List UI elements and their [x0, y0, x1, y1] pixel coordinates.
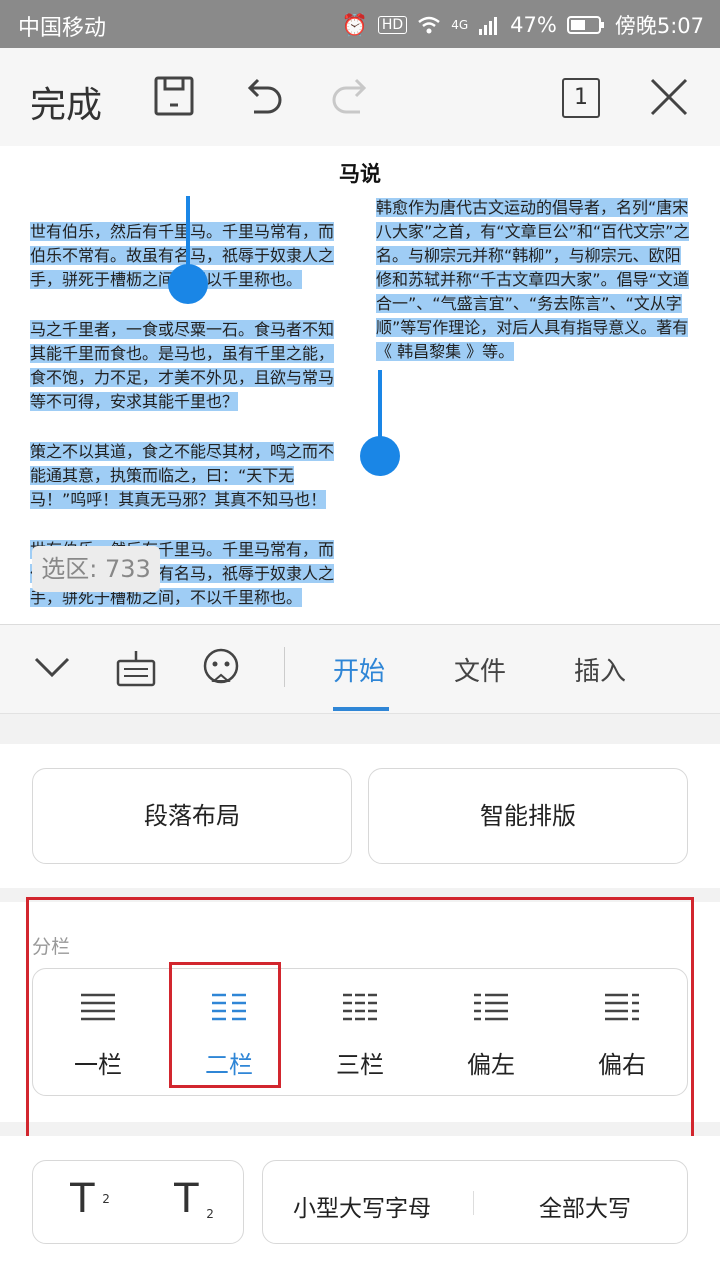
page-count-button[interactable]: 1 — [562, 78, 600, 118]
paragraph[interactable]: 策之不以其道，食之不能尽其材，鸣之而不能通其意，执策而临之，曰：“天下无马！”呜… — [30, 442, 335, 509]
active-tab-indicator — [333, 707, 389, 711]
small-caps-button[interactable]: 小型大写字母 — [293, 1189, 431, 1223]
highlight-box-columns-section — [26, 897, 694, 1141]
collapse-chevron-icon[interactable] — [32, 651, 72, 683]
keyboard-icon[interactable] — [116, 649, 156, 689]
all-caps-button[interactable]: 全部大写 — [539, 1189, 631, 1223]
subscript-mark: 2 — [206, 1206, 214, 1221]
selection-count-badge: 选区: 733 — [32, 546, 160, 592]
highlight-box-two-columns — [169, 962, 281, 1088]
right-column[interactable]: 韩愈作为唐代古文运动的倡导者，名列“唐宋八大家”之首，有“文章巨公”和“百代文宗… — [376, 196, 692, 364]
wifi-icon — [418, 16, 440, 34]
editor-toolbar: 完成 1 — [0, 48, 720, 147]
ribbon-tab-bar: 开始 文件 插入 — [0, 624, 720, 714]
subscript-button[interactable]: T 2 — [169, 1177, 219, 1227]
tab-start[interactable]: 开始 — [333, 651, 385, 688]
superscript-button[interactable]: T 2 — [65, 1177, 115, 1227]
battery-percent: 47% — [510, 13, 557, 37]
close-icon[interactable] — [646, 74, 692, 120]
document-title: 马说 — [339, 162, 381, 186]
status-bar: 中国移动 ⏰ HD 4G 47% 傍晚5:07 — [0, 0, 720, 48]
selection-start-handle[interactable] — [168, 264, 208, 304]
status-icons: ⏰ HD 4G 47% 傍晚5:07 — [342, 10, 704, 40]
caps-buttons-group: 小型大写字母 全部大写 — [262, 1160, 688, 1244]
smart-layout-button[interactable]: 智能排版 — [368, 768, 688, 864]
tab-insert[interactable]: 插入 — [574, 651, 626, 688]
selection-end-handle[interactable] — [360, 436, 400, 476]
paragraph[interactable]: 马之千里者，一食或尽粟一石。食马者不知其能千里而食也。是马也，虽有千里之能，食不… — [30, 320, 335, 411]
battery-icon — [566, 16, 604, 34]
superscript-icon: T — [70, 1176, 95, 1222]
redo-icon[interactable] — [328, 74, 374, 120]
network-label: 4G — [451, 18, 469, 32]
selection-end-handle-stem — [378, 370, 382, 440]
tab-file[interactable]: 文件 — [454, 651, 506, 688]
alarm-icon: ⏰ — [341, 12, 368, 37]
page-count: 1 — [574, 85, 588, 110]
time-label: 傍晚5:07 — [614, 14, 704, 38]
hd-icon: HD — [377, 16, 408, 34]
subscript-icon: T — [174, 1176, 199, 1222]
divider — [284, 647, 285, 687]
superscript-mark: 2 — [102, 1192, 110, 1206]
done-button[interactable]: 完成 — [30, 76, 102, 128]
save-icon[interactable] — [152, 74, 198, 120]
divider — [473, 1191, 474, 1215]
script-buttons-group: T 2 T 2 — [32, 1160, 244, 1244]
undo-icon[interactable] — [240, 74, 286, 120]
face-assistant-icon[interactable] — [200, 647, 242, 689]
signal-icon — [479, 17, 498, 35]
paragraph-layout-button[interactable]: 段落布局 — [32, 768, 352, 864]
paragraph[interactable]: 韩愈作为唐代古文运动的倡导者，名列“唐宋八大家”之首，有“文章巨公”和“百代文宗… — [376, 198, 690, 361]
carrier-label: 中国移动 — [18, 16, 107, 41]
